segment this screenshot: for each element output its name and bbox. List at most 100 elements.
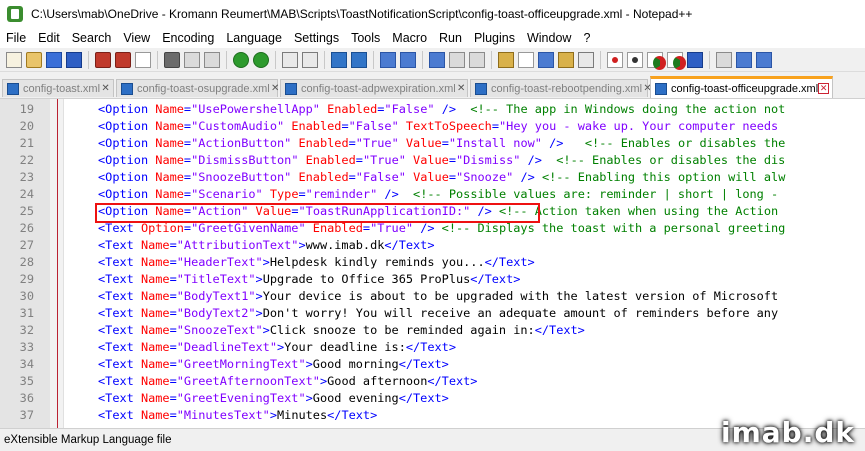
code-line[interactable]: 21 <Option Name="ActionButton" Enabled="T… — [0, 135, 865, 152]
folder-workspace-icon[interactable] — [558, 51, 574, 68]
code-line[interactable]: 29 <Text Name="TitleText">Upgrade to Offi… — [0, 271, 865, 288]
toolbar-separator — [373, 50, 374, 69]
compare-icon[interactable] — [736, 51, 752, 68]
save-macro-icon[interactable] — [687, 51, 703, 68]
code-editor[interactable]: 19 <Option Name="UsePowershellApp" Enable… — [0, 98, 865, 429]
menu-settings[interactable]: Settings — [288, 31, 345, 45]
token-tag: /> — [434, 102, 457, 116]
zoom-out-icon[interactable] — [351, 51, 367, 68]
notepadpp-app-icon — [7, 6, 23, 22]
menu-search[interactable]: Search — [66, 31, 118, 45]
menu-encoding[interactable]: Encoding — [156, 31, 220, 45]
code-line[interactable]: 20 <Option Name="CustomAudio" Enabled="Fa… — [0, 118, 865, 135]
user-lang-icon[interactable] — [498, 51, 514, 68]
function-list-icon[interactable] — [538, 51, 554, 68]
show-all-chars-icon[interactable] — [449, 51, 465, 68]
close-tab-icon[interactable]: ✕ — [818, 83, 830, 94]
menu-plugins[interactable]: Plugins — [468, 31, 521, 45]
code-line[interactable]: 31 <Text Name="BodyText2">Don't worry! Yo… — [0, 305, 865, 322]
redo-icon[interactable] — [253, 51, 269, 68]
tab-config-toast-adpwexpiration[interactable]: config-toast-adpwexpiration.xml ✕ — [280, 79, 468, 97]
token-cmt: <!-- Possible values are: reminder | sho… — [398, 187, 779, 201]
token-attr: Value — [405, 170, 449, 184]
token-attr: Enabled — [291, 136, 349, 150]
token-attr: Enabled — [291, 170, 349, 184]
new-file-icon[interactable] — [6, 51, 22, 68]
code-line[interactable]: 19 <Option Name="UsePowershellApp" Enable… — [0, 101, 865, 118]
playback-macro-icon[interactable] — [647, 51, 666, 70]
code-line[interactable]: 28 <Text Name="HeaderText">Helpdesk kindl… — [0, 254, 865, 271]
tab-config-toast-osupgrade[interactable]: config-toast-osupgrade.xml ✕ — [116, 79, 279, 97]
token-val: "Hey you - wake up. Your computer needs — [499, 119, 779, 133]
word-wrap-icon[interactable] — [429, 51, 445, 68]
record-macro-icon[interactable] — [607, 51, 623, 68]
close-icon[interactable] — [95, 51, 111, 68]
save-icon[interactable] — [46, 51, 62, 68]
token-tag: </Text> — [398, 391, 449, 405]
find-icon[interactable] — [282, 51, 298, 68]
print-icon[interactable] — [135, 51, 151, 68]
code-line[interactable]: 32 <Text Name="SnoozeText">Click snooze t… — [0, 322, 865, 339]
token-tag: > — [262, 323, 270, 337]
tab-config-toast[interactable]: config-toast.xml ✕ — [2, 79, 114, 97]
token-tag: <Text — [98, 391, 141, 405]
menu-tools[interactable]: Tools — [345, 31, 386, 45]
token-tag: <Text — [98, 340, 141, 354]
line-number: 20 — [19, 119, 34, 133]
monitoring-icon[interactable] — [578, 51, 594, 68]
paste-icon[interactable] — [204, 51, 220, 68]
token-tag: = — [298, 187, 306, 201]
copy-icon[interactable] — [184, 51, 200, 68]
token-attr: Enabled — [284, 119, 342, 133]
code-line[interactable]: 24 <Option Name="Scenario" Type="reminder… — [0, 186, 865, 203]
code-line[interactable]: 35 <Text Name="GreetAfternoonText">Good a… — [0, 373, 865, 390]
zoom-in-icon[interactable] — [331, 51, 347, 68]
doc-map-icon[interactable] — [518, 51, 534, 68]
code-line[interactable]: 22 <Option Name="DismissButton" Enabled="… — [0, 152, 865, 169]
save-all-icon[interactable] — [66, 51, 82, 68]
undo-icon[interactable] — [233, 51, 249, 68]
close-tab-icon[interactable]: ✕ — [100, 83, 111, 94]
code-line[interactable]: 27 <Text Name="AttributionText">www.imab.… — [0, 237, 865, 254]
menu-edit[interactable]: Edit — [32, 31, 66, 45]
sync-horizontal-icon[interactable] — [400, 51, 416, 68]
token-val: "SnoozeText" — [176, 323, 263, 337]
code-line[interactable]: 33 <Text Name="DeadlineText">Your deadlin… — [0, 339, 865, 356]
token-val: "ActionButton" — [191, 136, 292, 150]
open-file-icon[interactable] — [26, 51, 42, 68]
token-val: "SnoozeButton" — [191, 170, 292, 184]
menu-run[interactable]: Run — [433, 31, 468, 45]
stop-recording-icon[interactable] — [627, 51, 643, 68]
menu-language[interactable]: Language — [220, 31, 288, 45]
menu-view[interactable]: View — [117, 31, 156, 45]
token-tag: <Option — [98, 170, 156, 184]
code-line[interactable]: 36 <Text Name="GreetEveningText">Good eve… — [0, 390, 865, 407]
token-tag: > — [305, 391, 313, 405]
toolbar-separator — [422, 50, 423, 69]
tab-label: config-toast.xml — [23, 82, 101, 95]
close-tab-icon[interactable]: ✕ — [456, 83, 467, 94]
code-line[interactable]: 34 <Text Name="GreetMorningText">Good mor… — [0, 356, 865, 373]
close-all-icon[interactable] — [115, 51, 131, 68]
run-macro-multiple-icon[interactable] — [667, 51, 686, 70]
toolbar-separator — [226, 50, 227, 69]
spell-check-icon[interactable] — [756, 51, 772, 68]
indent-guide-icon[interactable] — [469, 51, 485, 68]
token-txt: Minutes — [277, 408, 328, 422]
tab-config-toast-officeupgrade[interactable]: config-toast-officeupgrade.xml ✕ — [650, 76, 833, 98]
code-line[interactable]: 30 <Text Name="BodyText1">Your device is … — [0, 288, 865, 305]
plugin-icon[interactable] — [716, 51, 732, 68]
menu-file[interactable]: File — [0, 31, 32, 45]
cut-icon[interactable] — [164, 51, 180, 68]
tab-config-toast-rebootpending[interactable]: config-toast-rebootpending.xml ✕ — [470, 79, 652, 97]
token-tag: </Text> — [384, 238, 435, 252]
token-val: "Scenario" — [191, 187, 263, 201]
token-txt: Your device is about to be upgraded with… — [262, 289, 779, 303]
menu-help[interactable]: ? — [577, 31, 596, 45]
sync-vertical-icon[interactable] — [380, 51, 396, 68]
menu-macro[interactable]: Macro — [386, 31, 433, 45]
menu-window[interactable]: Window — [521, 31, 577, 45]
code-line[interactable]: 23 <Option Name="SnoozeButton" Enabled="F… — [0, 169, 865, 186]
replace-icon[interactable] — [302, 51, 318, 68]
token-val: "BodyText2" — [176, 306, 256, 320]
